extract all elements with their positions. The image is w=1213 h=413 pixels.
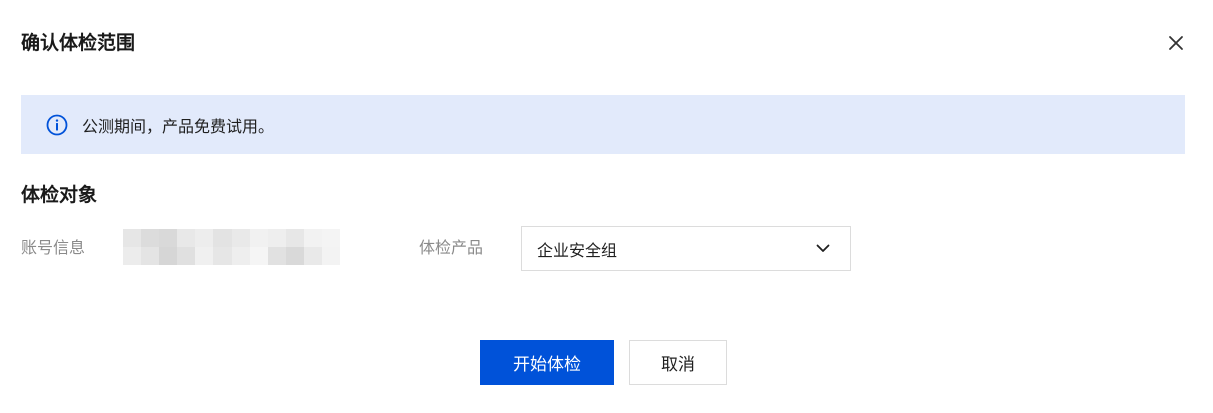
notice-text: 公测期间，产品免费试用。 (82, 116, 275, 136)
product-select[interactable]: 企业安全组 (521, 226, 851, 271)
section-title-target: 体检对象 (21, 184, 98, 206)
dialog-title: 确认体检范围 (21, 32, 136, 54)
cancel-button[interactable]: 取消 (629, 340, 727, 385)
close-icon[interactable] (1164, 31, 1188, 55)
confirm-scope-dialog: 确认体检范围 公测期间，产品免费试用。 体检对象 账号信息 体检产品 企业安全组 (0, 0, 1213, 413)
start-check-button[interactable]: 开始体检 (480, 340, 614, 385)
info-notice-banner: 公测期间，产品免费试用。 (21, 95, 1185, 154)
product-select-value: 企业安全组 (537, 240, 618, 260)
account-info-label: 账号信息 (21, 238, 86, 257)
info-icon (45, 113, 69, 137)
product-label: 体检产品 (419, 238, 484, 257)
chevron-down-icon (813, 239, 833, 259)
account-info-value-masked (123, 229, 340, 265)
